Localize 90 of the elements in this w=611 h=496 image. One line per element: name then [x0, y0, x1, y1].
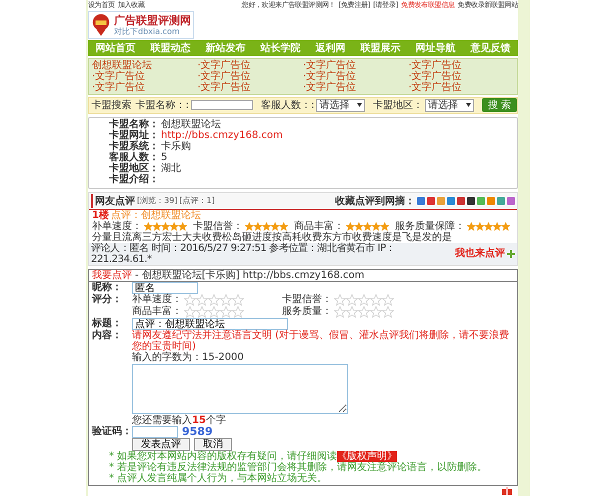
review-text: 分量且流离三方宏士大夫收费松岛砸进度按高耗收费东方市收费速度是飞是发的是: [92, 232, 452, 243]
ad-link[interactable]: ·文字广告位: [92, 82, 198, 93]
field-label: 昵称：: [92, 282, 123, 294]
length-hint: 输入的字数为：15-2000: [132, 352, 245, 363]
content-notice: 请网友遵纪守法并注意语言文明 (对于谩骂、假冒、灌水点评我们将删除，请不要浪费您的宝贵时间): [132, 330, 510, 352]
ad-link[interactable]: ·文字广告位: [303, 60, 408, 71]
title-input[interactable]: 点评：创想联盟论坛: [132, 318, 288, 330]
review-title: 点评：创想联盟论坛: [110, 210, 201, 221]
note-text: * 点评人发言纯属个人行为，与本网站立场无关。: [109, 472, 328, 484]
form-title: 我要点评: [92, 270, 132, 281]
rating-label: 卡盟信誉：: [193, 220, 243, 232]
star-rating-input[interactable]: [334, 306, 394, 318]
remaining-hint: 您还需要输入15个字: [132, 414, 227, 426]
rating-label: 补单速度：: [92, 220, 142, 232]
site-link[interactable]: http://bbs.cmzy168.com: [161, 130, 283, 141]
region-select[interactable]: 请选择: [425, 98, 474, 112]
field-label: 卡盟名称：:: [136, 98, 190, 112]
field-label: 客服人数：:: [261, 98, 314, 112]
info-label: 卡盟系统：: [109, 140, 159, 152]
ad-link[interactable]: ·文字广告位: [408, 70, 514, 82]
field-label: 验证码：: [92, 426, 128, 438]
star-rating-input[interactable]: [334, 294, 394, 306]
logo-title: 广告联盟评测网: [114, 14, 191, 28]
nav-item[interactable]: 意见反馈: [470, 41, 510, 56]
nickname-input[interactable]: 匿名: [132, 282, 198, 294]
form-url: http://bbs.cmzy168.com: [242, 270, 364, 281]
search-title: 卡盟搜索: [90, 98, 132, 112]
nav-item[interactable]: 新站发布: [206, 41, 246, 56]
rating-label: 服务质量保障：: [395, 220, 465, 232]
ad-link[interactable]: ·文字广告位: [198, 82, 303, 93]
floor-number: 1楼: [92, 210, 109, 221]
nav-item[interactable]: 返利网: [316, 41, 346, 56]
ad-link[interactable]: ·文字广告位: [303, 70, 408, 82]
caret-icon: [357, 103, 362, 108]
field-label: 评分：: [92, 294, 123, 306]
rating-label: 服务质量：: [282, 306, 332, 318]
submit-button[interactable]: 发表点评: [132, 438, 190, 451]
info-label: 卡盟介绍：: [109, 174, 159, 185]
gift-icon: [502, 486, 512, 495]
ad-link[interactable]: ·文字广告位: [198, 70, 303, 82]
nav-item[interactable]: 联盟动态: [150, 41, 190, 56]
captcha-code: 9589: [182, 426, 213, 438]
nav-item[interactable]: 联盟展示: [360, 41, 400, 56]
star-rating-input[interactable]: [184, 306, 244, 318]
info-label: 客服人数：: [109, 152, 159, 163]
reply-link[interactable]: 我也来点评: [455, 248, 505, 260]
review-meta: 评论人：匿名 时间：2016/5/27 9:27:51 参考位置：湖北省黄石市 IP：221.234.61.*: [91, 242, 396, 265]
info-label: 卡盟地区：: [109, 162, 159, 174]
badge-icon: [91, 12, 111, 38]
rating-label: 商品丰富：: [132, 306, 182, 318]
ad-link[interactable]: ·文字广告位: [92, 70, 198, 82]
info-value: 湖北: [161, 162, 181, 174]
field-label: 卡盟地区：: [373, 98, 424, 112]
ad-link[interactable]: ·文字广告位: [408, 60, 514, 71]
captcha-input[interactable]: [132, 426, 178, 438]
info-value: 卡乐购: [161, 140, 191, 152]
info-label: 卡盟名称：: [109, 118, 159, 130]
site-logo[interactable]: 广告联盟评测网 对比下dbxia.com: [88, 11, 194, 40]
ad-link[interactable]: ·文字广告位: [198, 60, 303, 71]
nav-item[interactable]: 网站首页: [96, 41, 136, 56]
rating-label: 补单速度：: [132, 294, 182, 306]
content-textarea[interactable]: [132, 364, 348, 414]
review-count: [点评：1]: [179, 195, 215, 206]
logo-subtitle: 对比下dbxia.com: [114, 27, 181, 36]
info-label: 卡盟网址：: [109, 130, 159, 141]
share-label: 收藏点评到网摘：: [335, 194, 415, 208]
search-button[interactable]: 搜 索: [482, 98, 517, 112]
view-count: [浏览：39]: [137, 195, 178, 206]
name-input[interactable]: [191, 100, 254, 110]
note-text: * 如果您对本网站内容的版权存有疑问，请仔细阅读《版权声明》: [109, 450, 398, 462]
ad-link[interactable]: 创想联盟论坛: [92, 60, 198, 71]
nav-item[interactable]: 站长学院: [260, 41, 300, 56]
plus-icon: [507, 250, 515, 258]
info-value: 5: [161, 152, 168, 163]
copyright-link[interactable]: 《版权声明》: [337, 450, 398, 462]
field-label: 标题：: [92, 318, 123, 329]
section-title: 网友点评: [91, 194, 135, 208]
rating-label: 商品丰富：: [294, 220, 344, 232]
rating-label: 卡盟信誉：: [282, 294, 332, 306]
staff-select[interactable]: 请选择: [316, 98, 366, 112]
caret-icon: [466, 103, 471, 108]
field-label: 内容：: [92, 330, 123, 342]
info-value: 创想联盟论坛: [161, 118, 221, 130]
nav-item[interactable]: 网址导航: [416, 41, 456, 56]
cancel-button[interactable]: 取消: [194, 438, 232, 451]
star-rating-input[interactable]: [184, 294, 244, 306]
ad-link[interactable]: ·文字广告位: [408, 82, 514, 93]
form-subject: - 创想联盟论坛[卡乐购]: [135, 270, 240, 281]
note-text: * 若是评论有违反法律法规的监管部门会将其删除，请网友注意评论语言，以防删除。: [109, 462, 488, 473]
ad-link[interactable]: ·文字广告位: [303, 82, 408, 93]
